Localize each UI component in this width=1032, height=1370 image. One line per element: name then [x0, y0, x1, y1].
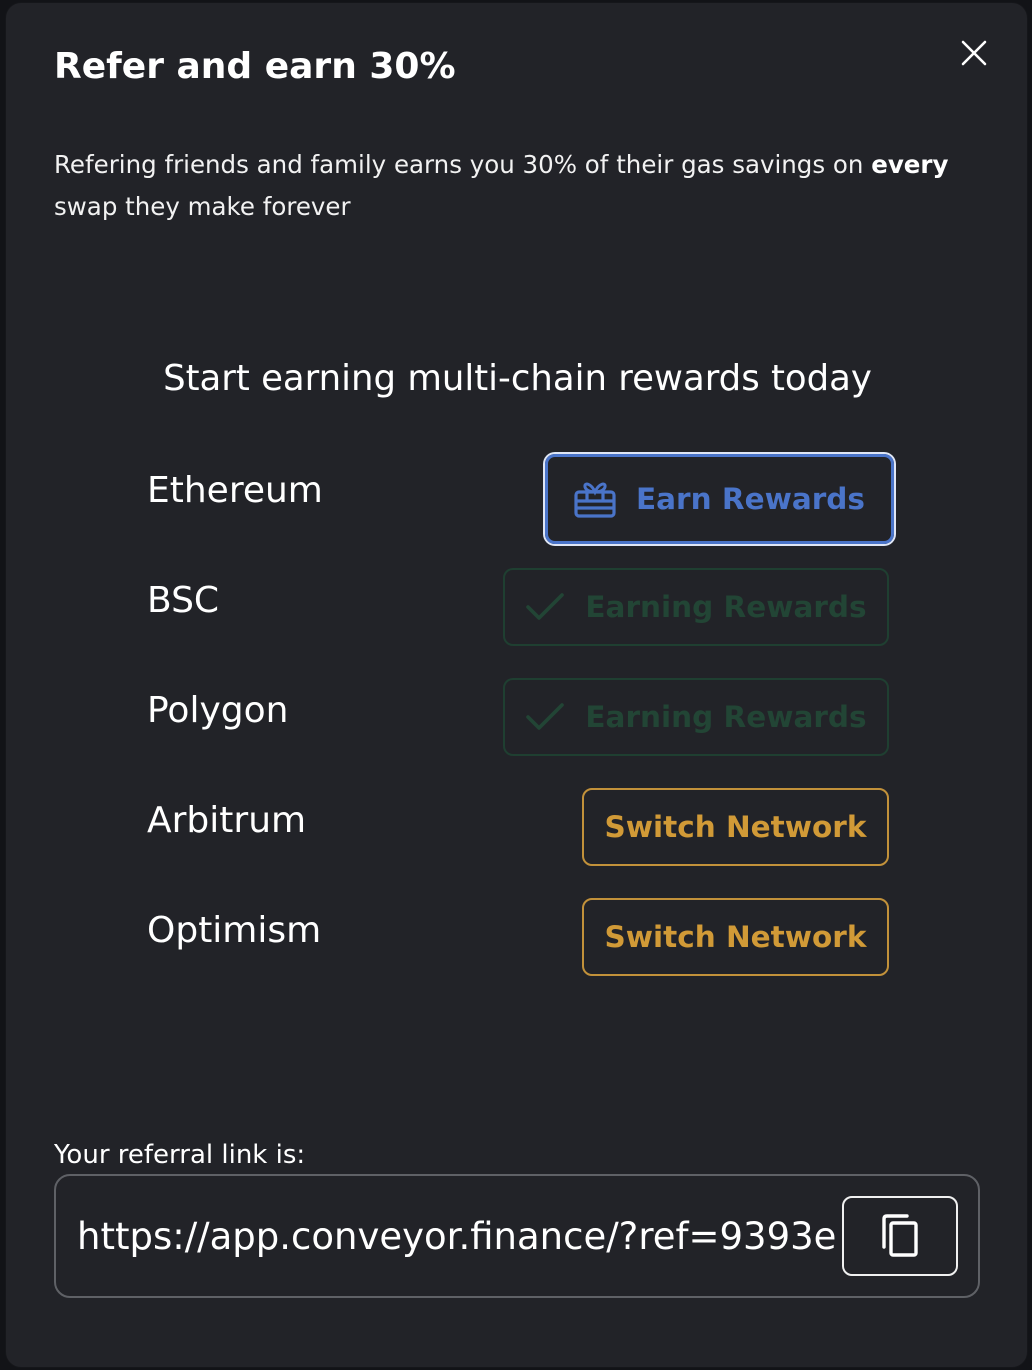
- chain-name-polygon: Polygon: [147, 690, 289, 731]
- referral-label: Your referral link is:: [54, 1140, 306, 1170]
- description-emphasis: every: [871, 150, 949, 179]
- earning-rewards-button-polygon[interactable]: Earning Rewards: [503, 678, 889, 756]
- rewards-subheading: Start earning multi-chain rewards today: [163, 358, 872, 399]
- switch-network-button-optimism[interactable]: Switch Network: [582, 898, 889, 976]
- earning-rewards-label: Earning Rewards: [585, 700, 867, 734]
- earn-rewards-label: Earn Rewards: [636, 482, 865, 516]
- chain-name-optimism: Optimism: [147, 910, 322, 951]
- referral-link[interactable]: https://app.conveyor.finance/?ref=9393e: [77, 1214, 836, 1260]
- modal-title: Refer and earn 30%: [54, 46, 456, 87]
- chain-name-arbitrum: Arbitrum: [147, 800, 307, 841]
- checkmark-icon: [526, 593, 565, 620]
- earning-rewards-label: Earning Rewards: [585, 590, 867, 624]
- earn-rewards-button[interactable]: Earn Rewards: [545, 454, 894, 544]
- checkmark-icon: [526, 703, 565, 730]
- copy-link-button[interactable]: [842, 1196, 958, 1276]
- switch-network-button-arbitrum[interactable]: Switch Network: [582, 788, 889, 866]
- earning-rewards-button-bsc[interactable]: Earning Rewards: [503, 568, 889, 646]
- chain-name-ethereum: Ethereum: [147, 470, 323, 511]
- switch-network-label: Switch Network: [604, 810, 867, 844]
- modal-description: Refering friends and family earns you 30…: [54, 144, 954, 228]
- referral-link-box: https://app.conveyor.finance/?ref=9393e: [54, 1174, 980, 1298]
- close-button[interactable]: [952, 31, 996, 75]
- description-text-end: swap they make forever: [54, 192, 351, 221]
- copy-icon: [882, 1214, 918, 1257]
- switch-network-label: Switch Network: [604, 920, 867, 954]
- chain-name-bsc: BSC: [147, 580, 220, 621]
- close-icon: [961, 40, 987, 66]
- referral-modal: Refer and earn 30% Refering friends and …: [5, 2, 1028, 1368]
- gift-icon: [574, 482, 616, 518]
- description-text: Refering friends and family earns you 30…: [54, 150, 872, 179]
